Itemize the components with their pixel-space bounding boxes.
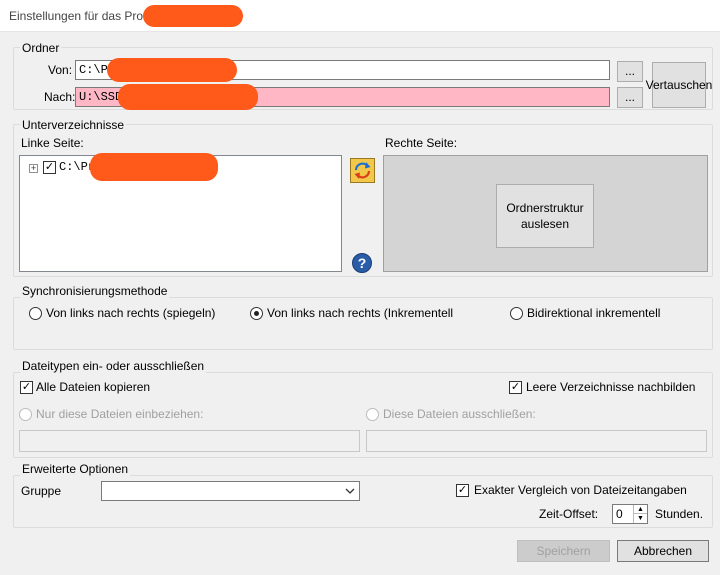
exclude-label: Diese Dateien ausschließen: [383,407,536,421]
copy-all-checkbox[interactable]: ✓ [20,380,33,394]
sync-legend: Synchronisierungsmethode [20,284,170,298]
erweitert-legend: Erweiterte Optionen [20,462,131,476]
nach-label: Nach: [44,90,76,104]
empty-dirs-option[interactable]: ✓ Leere Verzeichnisse nachbilden [509,380,695,394]
redaction-mark [107,58,237,82]
von-label: Von: [48,63,73,77]
sync-bidirectional-radio[interactable] [510,306,523,320]
exclude-input[interactable] [366,430,707,452]
tree-expand-icon[interactable]: + [29,164,38,173]
redaction-mark [118,84,258,110]
offset-stepper[interactable]: 0 ▲ ▼ [612,504,648,524]
spin-down-icon[interactable]: ▼ [633,514,647,523]
copy-all-label: Alle Dateien kopieren [36,380,151,394]
dateitypen-legend: Dateitypen ein- oder ausschließen [20,359,207,373]
window-title: Einstellungen für das Pro [9,9,144,23]
sync-mirror-label: Von links nach rechts (spiegeln) [46,306,216,320]
gruppe-select[interactable] [101,481,360,501]
sync-option-mirror[interactable]: Von links nach rechts (spiegeln) [29,306,215,320]
ordner-legend: Ordner [20,41,62,55]
exclude-option[interactable]: Diese Dateien ausschließen: [366,407,536,421]
empty-dirs-label: Leere Verzeichnisse nachbilden [526,380,696,394]
offset-value: 0 [616,507,623,521]
unterverzeichnisse-legend: Unterverzeichnisse [20,118,127,132]
title-bar: Einstellungen für das Pro [0,0,720,32]
offset-unit: Stunden. [655,507,704,521]
left-side-label: Linke Seite: [21,136,84,150]
include-input[interactable] [19,430,360,452]
sync-option-incremental[interactable]: Von links nach rechts (Inkrementell [250,306,453,320]
include-option[interactable]: Nur diese Dateien einbeziehen: [19,407,203,421]
redaction-mark [143,5,243,27]
right-side-label: Rechte Seite: [385,136,458,150]
read-structure-button[interactable]: Ordnerstruktur auslesen [496,184,594,248]
sync-option-bidirectional[interactable]: Bidirektional inkrementell [510,306,660,320]
sync-group [13,297,713,350]
nach-browse-button[interactable]: ... [617,87,643,108]
tree-root-checkbox[interactable]: ✓ [43,161,56,174]
spin-up-icon[interactable]: ▲ [633,505,647,514]
swap-button[interactable]: Vertauschen [646,62,712,108]
chevron-down-icon [345,488,355,494]
offset-label: Zeit-Offset: [539,507,599,521]
help-icon[interactable]: ? [352,253,372,273]
include-label: Nur diese Dateien einbeziehen: [36,407,204,421]
sync-mirror-radio[interactable] [29,306,42,320]
exact-compare-checkbox[interactable]: ✓ [456,483,469,497]
copy-all-option[interactable]: ✓ Alle Dateien kopieren [20,380,150,394]
sync-bidirectional-label: Bidirektional inkrementell [527,306,661,320]
empty-dirs-checkbox[interactable]: ✓ [509,380,522,394]
exclude-radio[interactable] [366,407,379,421]
exact-compare-option[interactable]: ✓ Exakter Vergleich von Dateizeitangaben [456,483,687,497]
sync-incremental-label: Von links nach rechts (Inkrementell [267,306,454,320]
cancel-button[interactable]: Abbrechen [617,540,709,562]
gruppe-label: Gruppe [21,484,62,498]
von-browse-button[interactable]: ... [617,61,643,82]
save-button[interactable]: Speichern [517,540,610,562]
include-radio[interactable] [19,407,32,421]
sync-incremental-radio[interactable] [250,306,263,320]
refresh-icon[interactable] [350,158,375,183]
exact-compare-label: Exakter Vergleich von Dateizeitangaben [474,483,687,497]
redaction-mark [90,153,218,181]
nach-value: U:\SSD [79,90,123,104]
